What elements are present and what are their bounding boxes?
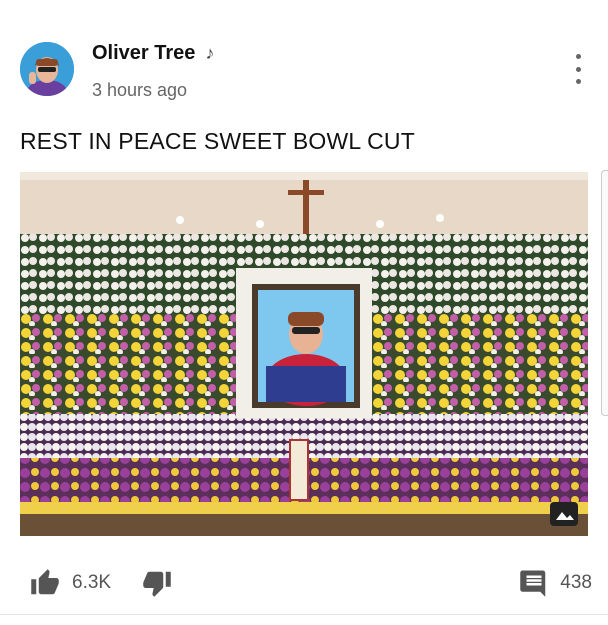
image-icon[interactable]	[550, 502, 578, 526]
thumb-down-icon	[143, 571, 171, 597]
music-note-icon: ♪	[205, 43, 215, 63]
community-post: Oliver Tree ♪ 3 hours ago REST IN PEACE …	[0, 0, 608, 625]
comment-icon	[520, 570, 546, 597]
dislike-button[interactable]	[140, 568, 174, 598]
action-bar: 6.3K 438	[0, 560, 608, 608]
author-row: Oliver Tree ♪	[92, 42, 214, 65]
author-name[interactable]: Oliver Tree	[92, 42, 195, 65]
avatar[interactable]	[20, 42, 74, 96]
post-text: REST IN PEACE SWEET BOWL CUT	[20, 128, 415, 154]
thumb-up-icon	[31, 569, 59, 595]
comment-count: 438	[560, 572, 592, 593]
comments-button[interactable]: 438	[518, 568, 592, 598]
scrollbar[interactable]	[601, 170, 608, 416]
post-time[interactable]: 3 hours ago	[92, 80, 187, 101]
post-image[interactable]	[20, 172, 588, 536]
divider	[0, 614, 608, 615]
like-count: 6.3K	[72, 572, 112, 593]
more-vert-icon[interactable]	[568, 54, 588, 84]
like-button[interactable]: 6.3K	[28, 568, 111, 598]
